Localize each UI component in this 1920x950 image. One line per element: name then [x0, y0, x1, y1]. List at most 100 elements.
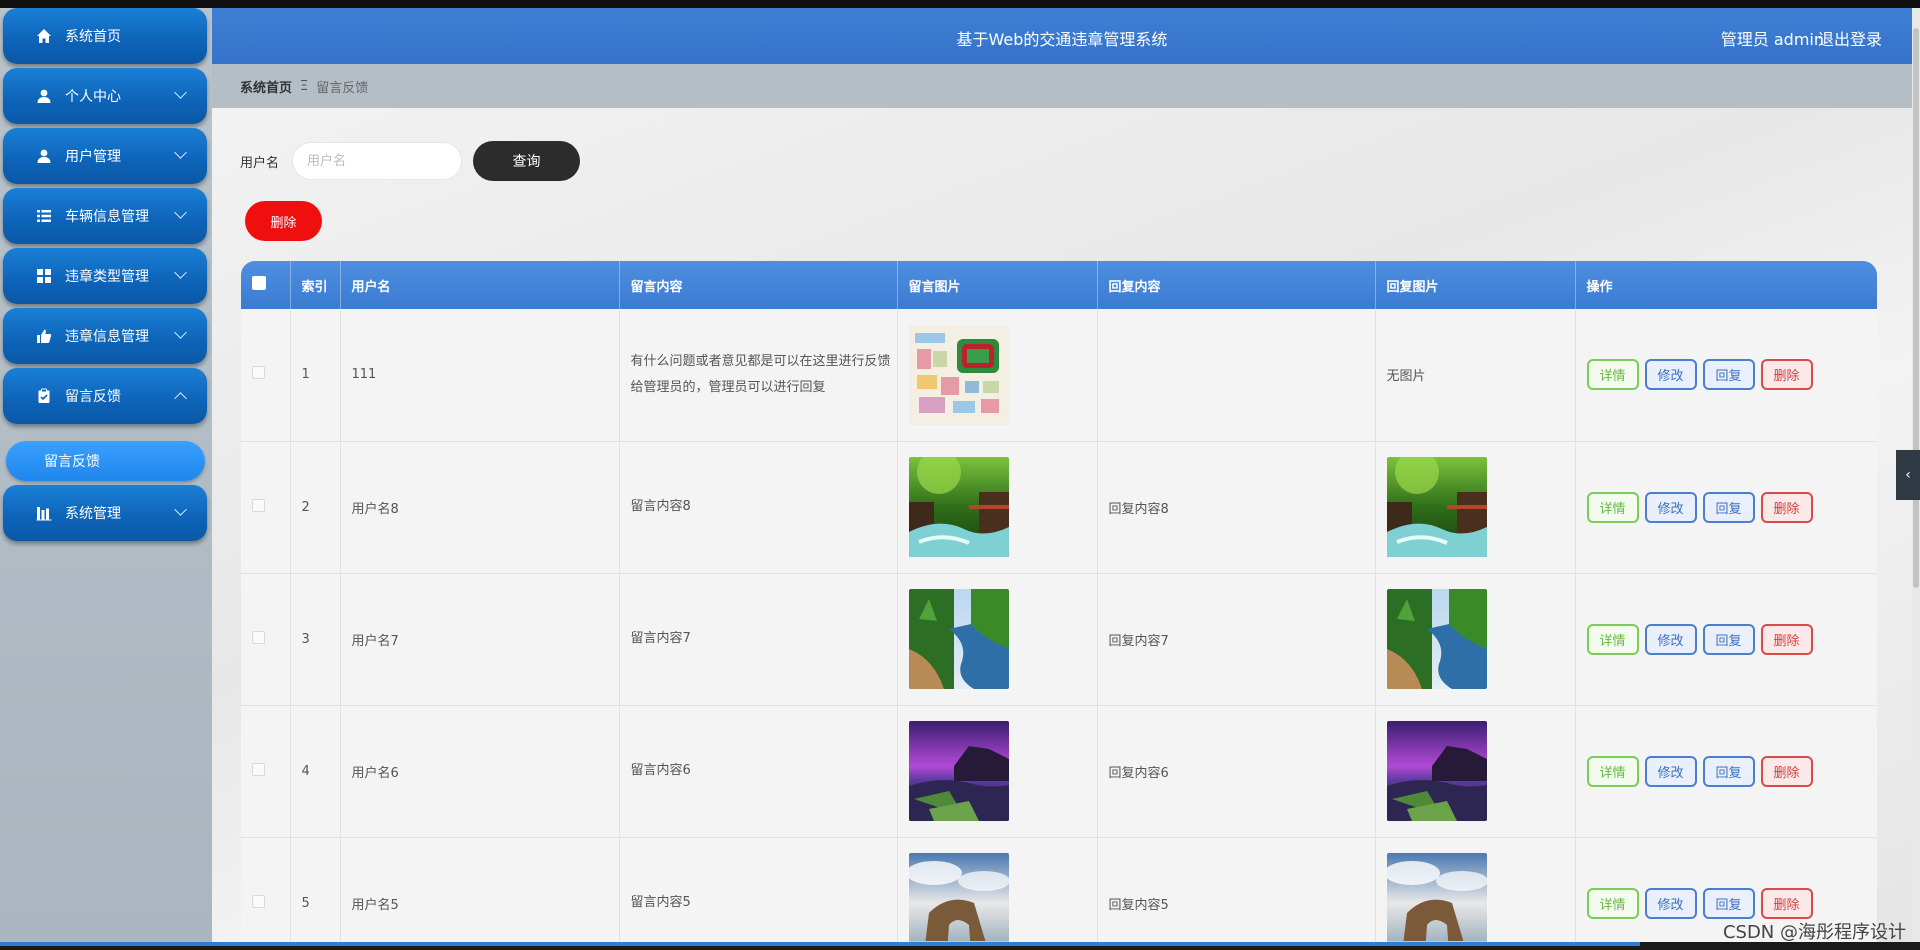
main-content: 用户名 查询 删除 索引 用户名 留言内容 留言图片 回复内容 回复图片 操作 [212, 108, 1912, 942]
sidebar-item-violation-types[interactable]: 违章类型管理 [3, 248, 207, 304]
table-row: 1 111 有什么问题或者意见都是可以在这里进行反馈给管理员的，管理员可以进行回复无… [241, 309, 1877, 441]
row-select-cell [241, 573, 291, 705]
logout-link[interactable]: 退出登录 [1818, 26, 1882, 50]
reply-cell: 回复内容5 [1097, 837, 1376, 942]
chevron-down-icon [174, 266, 187, 279]
side-panel-toggle[interactable]: ‹ [1896, 450, 1920, 500]
scrollbar-thumb[interactable] [1913, 28, 1919, 588]
sidebar-item-label: 系统首页 [65, 29, 121, 45]
reply-cell: 回复内容8 [1097, 441, 1376, 573]
detail-button[interactable]: 详情 [1586, 491, 1639, 523]
index-cell: 1 [290, 309, 341, 441]
sidebar-item-vehicles[interactable]: 车辆信息管理 [3, 188, 207, 244]
index-cell: 2 [290, 441, 341, 573]
message-text: 有什么问题或者意见都是可以在这里进行反馈给管理员的，管理员可以进行回复 [630, 353, 891, 395]
bar-chart-icon [35, 504, 53, 522]
reply-image [1386, 589, 1575, 689]
sidebar-item-feedback[interactable]: 留言反馈 [3, 368, 207, 424]
detail-button[interactable]: 详情 [1586, 887, 1639, 919]
chevron-down-icon [174, 503, 187, 516]
sidebar-item-label: 用户管理 [65, 149, 121, 165]
username-cell: 用户名6 [340, 705, 620, 837]
row-checkbox[interactable] [252, 894, 265, 908]
row-checkbox[interactable] [252, 762, 265, 776]
row-checkbox[interactable] [252, 366, 265, 380]
column-header: 留言图片 [897, 261, 1098, 309]
reply-image [1386, 457, 1575, 557]
message-cell: 留言内容5 [619, 837, 898, 942]
sidebar-item-label: 系统管理 [65, 506, 121, 522]
username-cell: 用户名5 [340, 837, 620, 942]
message-cell: 有什么问题或者意见都是可以在这里进行反馈给管理员的，管理员可以进行回复 [619, 309, 898, 441]
reply-button[interactable]: 回复 [1702, 359, 1755, 391]
reply-button[interactable]: 回复 [1702, 887, 1755, 919]
reply-cell: 回复内容7 [1097, 573, 1376, 705]
edit-button[interactable]: 修改 [1644, 623, 1697, 655]
delete-button[interactable]: 删除 [1760, 359, 1813, 391]
reply-image [1386, 853, 1575, 942]
actions-cell: 详情 修改 回复 删除 [1575, 309, 1877, 441]
reply-button[interactable]: 回复 [1702, 491, 1755, 523]
reply-button[interactable]: 回复 [1702, 623, 1755, 655]
message-image [908, 589, 1097, 689]
message-image-cell [897, 573, 1098, 705]
message-image-cell [897, 837, 1098, 942]
message-cell: 留言内容6 [619, 705, 898, 837]
column-header: 索引 [290, 261, 341, 309]
sidebar-item-label: 违章信息管理 [65, 329, 149, 345]
message-text: 留言内容7 [630, 631, 691, 646]
table-row: 2 用户名8 留言内容8 回复内容8 详情 修改 回复 删除 [241, 441, 1877, 573]
sidebar-item-profile[interactable]: 个人中心 [3, 68, 207, 124]
sidebar-item-users[interactable]: 用户管理 [3, 128, 207, 184]
row-checkbox[interactable] [252, 498, 265, 512]
username-cell: 用户名7 [340, 573, 620, 705]
home-icon [35, 27, 53, 45]
select-all-checkbox[interactable] [252, 276, 266, 290]
message-image [908, 457, 1097, 557]
detail-button[interactable]: 详情 [1586, 755, 1639, 787]
sidebar-item-label: 个人中心 [65, 89, 121, 105]
message-image-cell [897, 705, 1098, 837]
index-cell: 3 [290, 573, 341, 705]
reply-button[interactable]: 回复 [1702, 755, 1755, 787]
delete-button[interactable]: 删除 [1760, 755, 1813, 787]
username-cell: 111 [340, 309, 620, 441]
admin-label: 管理员 admin [1720, 30, 1824, 49]
row-checkbox[interactable] [252, 630, 265, 644]
message-image [908, 324, 1097, 425]
search-label: 用户名 [240, 156, 280, 171]
reply-image [1386, 721, 1575, 821]
edit-button[interactable]: 修改 [1644, 491, 1697, 523]
username-search-input[interactable] [292, 142, 462, 180]
window-top-strip [0, 0, 1920, 8]
table-header-row: 索引 用户名 留言内容 留言图片 回复内容 回复图片 操作 [241, 261, 1877, 309]
sidebar-item-system[interactable]: 系统管理 [3, 485, 207, 541]
batch-delete-button[interactable]: 删除 [245, 201, 322, 241]
delete-button[interactable]: 删除 [1760, 491, 1813, 523]
breadcrumb-current: 留言反馈 [316, 80, 369, 96]
watermark-text: CSDN @海彤程序设计 [1722, 922, 1906, 943]
app-title: 基于Web的交通违章管理系统 [956, 30, 1168, 49]
delete-button[interactable]: 删除 [1760, 623, 1813, 655]
message-cell: 留言内容8 [619, 441, 898, 573]
delete-button[interactable]: 删除 [1760, 887, 1813, 919]
column-header: 回复内容 [1097, 261, 1376, 309]
detail-button[interactable]: 详情 [1586, 623, 1639, 655]
edit-button[interactable]: 修改 [1644, 359, 1697, 391]
sidebar-subitem-feedback[interactable]: 留言反馈 [6, 441, 205, 481]
detail-button[interactable]: 详情 [1586, 359, 1639, 391]
edit-button[interactable]: 修改 [1644, 755, 1697, 787]
sidebar-item-violation-info[interactable]: 违章信息管理 [3, 308, 207, 364]
breadcrumb-home[interactable]: 系统首页 [240, 77, 292, 96]
sidebar-item-home[interactable]: 系统首页 [3, 8, 207, 64]
chevron-left-icon: ‹ [1905, 467, 1911, 483]
actions-cell: 详情 修改 回复 删除 [1575, 441, 1877, 573]
query-button[interactable]: 查询 [473, 141, 580, 181]
table-row: 5 用户名5 留言内容5 回复内容5 详情 修改 回复 删除 [241, 837, 1877, 942]
edit-button[interactable]: 修改 [1644, 887, 1697, 919]
breadcrumb: 系统首页 Ξ 留言反馈 [212, 64, 1912, 108]
clipboard-icon [35, 387, 53, 405]
chevron-up-icon [174, 392, 187, 405]
message-text: 留言内容5 [630, 895, 691, 910]
chevron-down-icon [174, 326, 187, 339]
